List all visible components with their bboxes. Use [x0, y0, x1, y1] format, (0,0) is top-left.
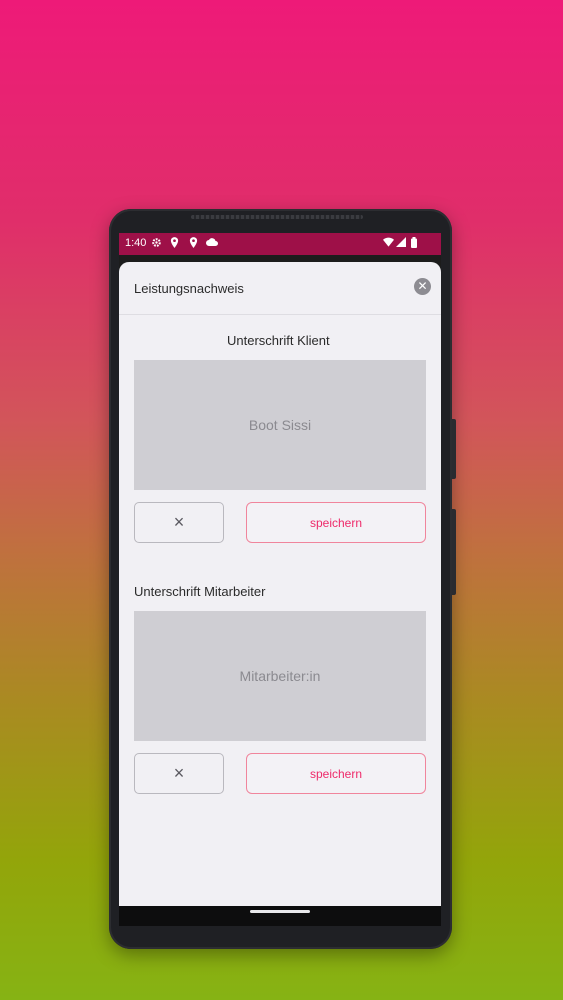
client-save-label: speichern: [309, 515, 363, 530]
employee-clear-button[interactable]: ×: [134, 753, 224, 794]
navigation-bar: [119, 906, 441, 926]
clear-icon: ×: [173, 763, 185, 783]
signal-icon: [396, 237, 406, 251]
battery-icon: [411, 237, 417, 252]
client-clear-button[interactable]: ×: [134, 502, 224, 543]
wifi-icon: [383, 237, 394, 251]
gear-icon: [151, 237, 162, 252]
power-button: [452, 419, 456, 479]
phone-screen: 1:40 Leistungsnachweis ✕ Unterschrift Kl…: [119, 233, 441, 926]
clear-icon: ×: [173, 512, 185, 532]
cloud-icon: [206, 238, 218, 250]
employee-signature-label: Unterschrift Mitarbeiter: [134, 584, 266, 599]
home-gesture-handle[interactable]: [250, 910, 310, 913]
employee-signature-pad[interactable]: Mitarbeiter:in: [134, 611, 426, 741]
client-signature-pad[interactable]: Boot Sissi: [134, 360, 426, 490]
dialog-header: Leistungsnachweis ✕: [119, 262, 441, 315]
status-time: 1:40: [125, 237, 147, 249]
close-icon: ✕: [417, 279, 428, 293]
client-save-button[interactable]: speichern: [246, 502, 426, 543]
dialog-title: Leistungsnachweis: [134, 281, 244, 296]
employee-save-label: speichern: [309, 766, 363, 781]
speaker-grille: [191, 215, 363, 219]
location-icon: [170, 237, 179, 252]
employee-signature-placeholder: Mitarbeiter:in: [239, 668, 321, 684]
employee-save-button[interactable]: speichern: [246, 753, 426, 794]
proof-of-service-dialog: Leistungsnachweis ✕ Unterschrift Klient …: [119, 262, 441, 906]
phone-frame: 1:40 Leistungsnachweis ✕ Unterschrift Kl…: [109, 209, 456, 949]
location-icon: [189, 237, 198, 252]
volume-button: [452, 509, 456, 595]
close-button[interactable]: ✕: [414, 278, 431, 295]
client-signature-label: Unterschrift Klient: [227, 333, 330, 348]
status-bar: 1:40: [119, 233, 441, 255]
client-signature-placeholder: Boot Sissi: [248, 417, 312, 433]
